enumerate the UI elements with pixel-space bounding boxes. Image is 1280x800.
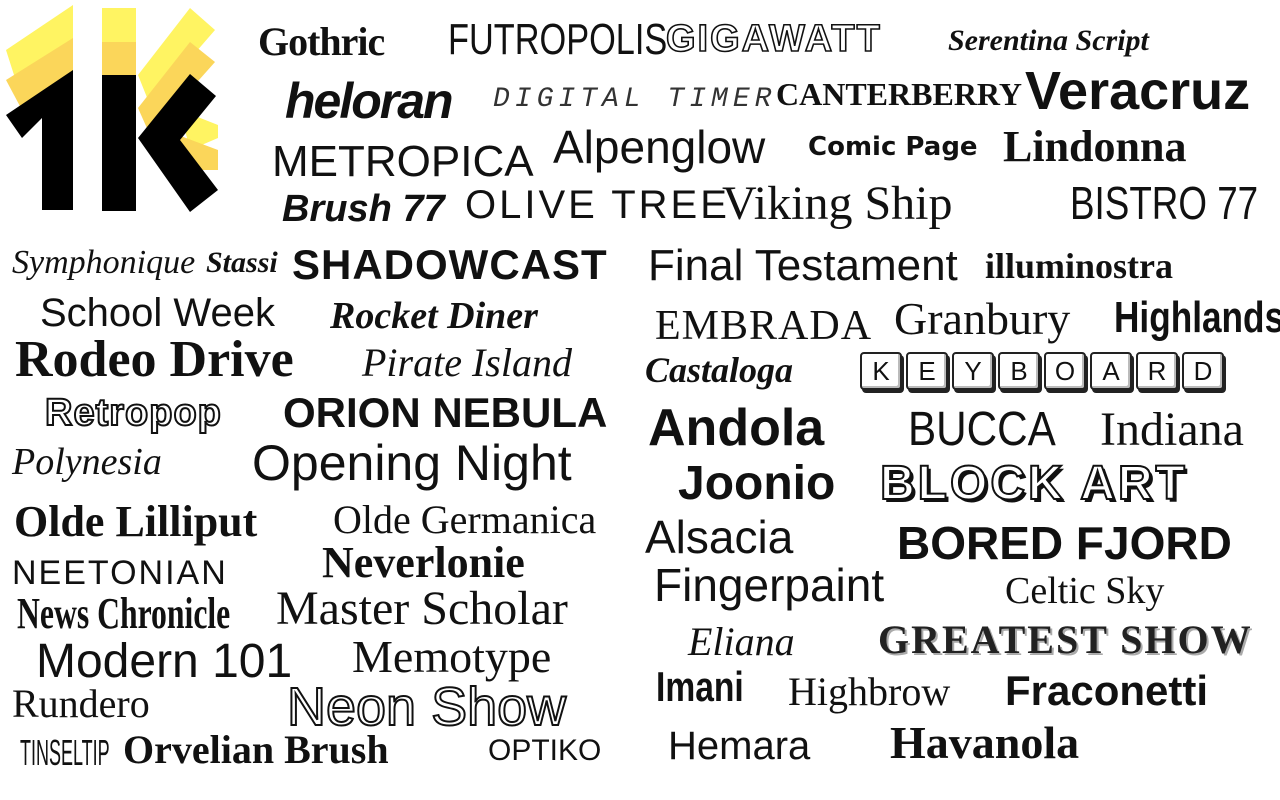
font-sample: SHADOWCAST	[292, 241, 608, 288]
font-sample: Polynesia	[12, 441, 162, 483]
logo-k-stem-black	[102, 75, 136, 211]
font-sample: Imani	[656, 663, 744, 710]
font-sample: Lindonna	[1003, 122, 1187, 171]
font-sample: DIGITAL TIMER	[493, 84, 777, 115]
font-sample: OLIVE TREE	[465, 183, 730, 227]
font-sample: Celtic Sky	[1005, 570, 1165, 612]
font-sample: Hemara	[668, 724, 811, 768]
font-sample: Indiana	[1100, 403, 1244, 456]
keycap: O	[1044, 352, 1086, 390]
font-sample: Memotype	[352, 631, 552, 682]
logo-k-stem-gold	[102, 42, 136, 77]
font-sample: Pirate Island	[362, 340, 572, 385]
font-sample: Havanola	[890, 717, 1080, 768]
keycap: A	[1090, 352, 1132, 390]
font-sample: Olde Lilliput	[14, 497, 258, 546]
keycap: E	[906, 352, 948, 390]
font-sample: Rodeo Drive	[15, 331, 294, 388]
font-sample: FUTROPOLIS	[448, 15, 668, 64]
keycap: R	[1136, 352, 1178, 390]
font-sample: Joonio	[678, 457, 836, 510]
font-sample: Brush 77	[282, 188, 445, 230]
font-sample: Highlands	[1114, 293, 1280, 342]
1k-logo	[6, 5, 218, 212]
keycap: Y	[952, 352, 994, 390]
font-sample: GIGAWATT	[665, 18, 882, 60]
font-sample: Neon Show	[286, 677, 567, 737]
font-sample: EMBRADA	[655, 303, 873, 349]
keycap: B	[998, 352, 1040, 390]
font-sample: Fingerpaint	[654, 559, 885, 611]
font-sample: Olde Germanica	[333, 497, 597, 542]
font-sample: Symphonique	[12, 244, 196, 281]
font-sample: Castaloga	[645, 350, 794, 390]
font-sample: News Chronicle	[17, 589, 231, 638]
font-sample: OPTIKO	[488, 734, 602, 767]
font-sample: CANTERBERRY	[776, 76, 1023, 112]
font-sample: Fraconetti	[1005, 667, 1209, 714]
font-sample: Neverlonie	[322, 538, 525, 587]
font-sample: Granbury	[894, 293, 1071, 344]
font-sample: Master Scholar	[276, 582, 568, 635]
keycap: K	[860, 352, 902, 390]
font-sample: Gothric	[258, 19, 385, 64]
font-sample: BUCCA	[908, 403, 1056, 456]
font-sample: NEETONIAN	[12, 554, 228, 592]
font-sample: METROPICA	[272, 137, 534, 186]
font-sample: TINSELTIP	[20, 732, 110, 773]
font-sample: ORION NEBULA	[283, 389, 608, 436]
font-sample: BORED FJORD	[897, 517, 1232, 569]
font-sample: School Week	[40, 291, 275, 335]
font-sample: Modern 101	[36, 635, 293, 688]
font-sample: Rocket Diner	[330, 295, 538, 337]
font-sample: BISTRO 77	[1070, 177, 1259, 229]
keyboard-sample: KEYBOARD	[860, 352, 1228, 390]
font-sample: Viking Ship	[722, 177, 953, 230]
font-sample: heloran	[285, 73, 454, 129]
font-sample: illuminostra	[985, 246, 1174, 286]
font-sample: Veracruz	[1025, 61, 1251, 121]
font-sample: Retropop	[44, 392, 222, 434]
font-sample: Eliana	[688, 619, 795, 664]
font-sample: Orvelian Brush	[123, 727, 389, 772]
font-sample: BLOCK ART	[879, 457, 1188, 510]
keycap: D	[1182, 352, 1224, 390]
font-sample: Andola	[648, 399, 825, 457]
font-sample: Highbrow	[788, 669, 951, 714]
font-sample: Serentina Script	[948, 24, 1149, 57]
font-sample: Final Testament	[648, 241, 958, 290]
font-sample: Comic Page	[808, 132, 978, 162]
font-sample: Opening Night	[252, 435, 572, 491]
font-sample: GREATEST SHOW	[878, 617, 1253, 662]
font-sample: Stassi	[206, 246, 278, 279]
font-sample: Alpenglow	[553, 121, 766, 173]
font-sample: Alsacia	[645, 511, 794, 563]
font-sample: Rundero	[12, 681, 150, 726]
